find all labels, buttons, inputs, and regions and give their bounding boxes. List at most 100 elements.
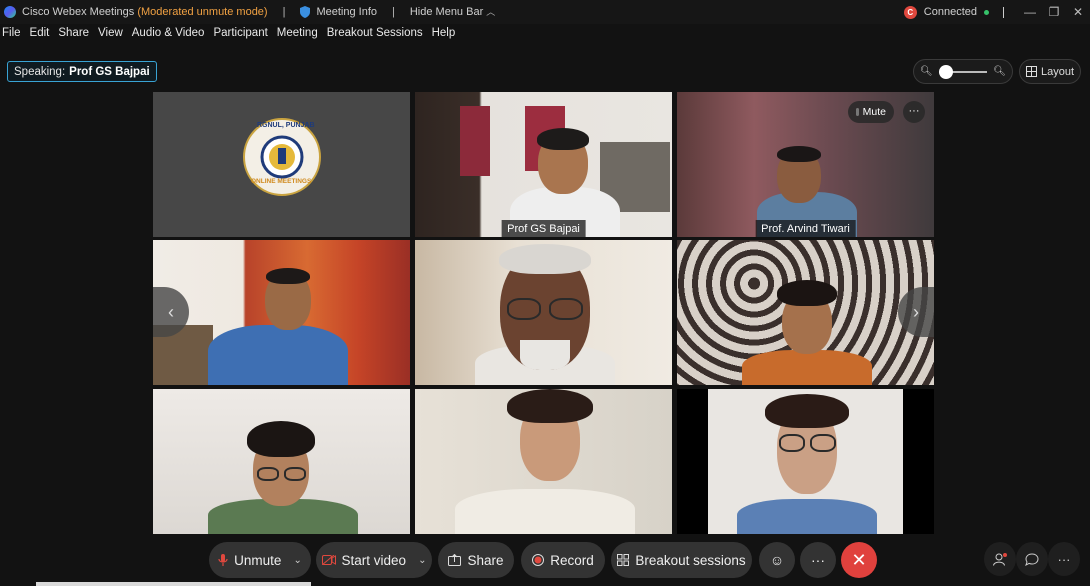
start-video-label: Start video	[341, 552, 407, 568]
mode-label: (Moderated unmute mode)	[137, 5, 268, 18]
glasses	[507, 298, 541, 320]
glasses	[284, 467, 306, 481]
breakout-icon	[617, 554, 630, 566]
video-tile-participant-5[interactable]	[415, 240, 672, 385]
person-hair	[777, 280, 837, 306]
zoom-slider[interactable]	[938, 64, 988, 79]
video-tile-participant-7[interactable]	[153, 389, 410, 534]
separator: |	[392, 5, 395, 18]
mic-muted-icon	[218, 554, 228, 566]
breakout-sessions-button[interactable]: Breakout sessions	[611, 542, 752, 578]
zoom-in-icon[interactable]: 🔍︎	[993, 66, 1006, 77]
leave-meeting-button[interactable]: ✕	[841, 542, 877, 578]
record-icon	[532, 554, 545, 566]
logo-top-text: RGNUL, PUNJAB	[257, 122, 315, 129]
mute-label: Mute	[862, 106, 886, 118]
divider	[1003, 6, 1004, 18]
meeting-info-link[interactable]: Meeting Info	[316, 6, 377, 18]
person-hair	[537, 128, 589, 150]
close-window-button[interactable]: ✕	[1066, 5, 1090, 19]
hide-menu-bar-button[interactable]: Hide Menu Bar ︿	[410, 5, 495, 18]
participants-button[interactable]	[984, 542, 1016, 576]
glasses	[549, 298, 583, 320]
layout-grid-icon	[1025, 66, 1037, 77]
video-tile-prof-arvind-tiwari[interactable]: Mute ··· Prof. Arvind Tiwari	[677, 92, 934, 237]
glasses	[779, 434, 805, 452]
menu-bar: File Edit Share View Audio & Video Parti…	[0, 27, 461, 45]
reactions-icon[interactable]: ☺	[759, 542, 795, 578]
menu-meeting[interactable]: Meeting	[277, 27, 318, 45]
chevron-down-icon[interactable]: ⌄	[293, 555, 301, 566]
zoom-control: 🔍︎ 🔍︎	[913, 59, 1013, 84]
chat-icon	[1025, 552, 1039, 566]
logo-bottom-text: ONLINE MEETINGS	[251, 178, 312, 185]
menu-breakout-sessions[interactable]: Breakout Sessions	[327, 27, 423, 45]
participant-name-tag: Prof GS Bajpai	[501, 220, 586, 237]
chat-button[interactable]	[1016, 542, 1048, 576]
record-button[interactable]: Record	[521, 542, 605, 578]
chevron-down-icon[interactable]: ⌄	[418, 555, 426, 566]
video-tile-participant-4[interactable]: ‹	[153, 240, 410, 385]
menu-audio-video[interactable]: Audio & Video	[132, 27, 205, 45]
participants-icon	[993, 552, 1007, 566]
chevron-left-icon: ‹	[168, 301, 174, 322]
speaking-indicator: Speaking: Prof GS Bajpai	[7, 61, 157, 82]
video-tile-participant-6[interactable]: ›	[677, 240, 934, 385]
person-hair	[266, 268, 310, 284]
chevron-up-icon: ︿	[486, 7, 496, 17]
video-tile-participant-8[interactable]	[415, 389, 672, 534]
shield-icon	[300, 5, 311, 18]
video-tile-logo[interactable]: RGNUL, PUNJAB ONLINE MEETINGS	[153, 92, 410, 237]
mute-participant-button[interactable]: Mute	[847, 101, 894, 123]
meeting-toolbar: Unmute ⌄ Start video ⌄ Share Record Brea…	[0, 542, 1090, 578]
person-body	[455, 489, 635, 534]
person-hair	[777, 146, 821, 162]
mic-icon	[855, 108, 859, 116]
participant-more-button[interactable]: ···	[903, 101, 925, 123]
panel-more-button[interactable]: ···	[1048, 542, 1080, 576]
more-options-button[interactable]: ···	[800, 542, 836, 578]
webex-logo-icon	[4, 5, 16, 18]
share-button[interactable]: Share	[438, 542, 514, 578]
person-body	[737, 499, 877, 534]
person-hair	[507, 389, 593, 423]
separator: |	[282, 5, 286, 18]
layout-button[interactable]: Layout	[1019, 59, 1081, 84]
menu-view[interactable]: View	[98, 27, 123, 45]
restore-button[interactable]: ❐	[1042, 5, 1066, 19]
menu-help[interactable]: Help	[432, 27, 456, 45]
share-icon	[448, 554, 462, 566]
video-tile-prof-gs-bajpai[interactable]: Prof GS Bajpai	[415, 92, 672, 237]
speaking-name: Prof GS Bajpai	[69, 65, 150, 78]
person-hair	[499, 244, 591, 274]
video-off-icon	[321, 555, 336, 565]
glasses	[257, 467, 279, 481]
person-body	[742, 350, 872, 385]
chevron-right-icon: ›	[913, 301, 919, 322]
unmute-label: Unmute	[234, 552, 282, 568]
menu-edit[interactable]: Edit	[30, 27, 50, 45]
share-label: Share	[467, 552, 504, 568]
person-hair	[765, 394, 849, 428]
unmute-button[interactable]: Unmute ⌄	[209, 542, 311, 578]
participant-name-tag: Prof. Arvind Tiwari	[755, 220, 856, 237]
connected-dot-icon	[984, 9, 989, 15]
beard	[520, 340, 570, 370]
curtain	[460, 106, 490, 176]
person-hair	[247, 421, 315, 457]
zoom-slider-knob[interactable]	[938, 64, 953, 79]
speaking-label: Speaking:	[14, 65, 66, 78]
record-label: Record	[550, 552, 594, 568]
menu-share[interactable]: Share	[58, 27, 89, 45]
menu-participant[interactable]: Participant	[213, 27, 267, 45]
zoom-out-icon[interactable]: 🔍︎	[920, 66, 933, 77]
minimize-button[interactable]: —	[1018, 5, 1042, 19]
breakout-label: Breakout sessions	[635, 552, 746, 568]
connection-status: Connected	[923, 6, 977, 18]
video-tile-participant-9[interactable]	[677, 389, 934, 534]
app-title: Cisco Webex Meetings (Moderated unmute m…	[22, 5, 268, 18]
person-body	[208, 325, 348, 385]
menu-file[interactable]: File	[2, 27, 21, 45]
start-video-button[interactable]: Start video ⌄	[316, 542, 432, 578]
scrollbar[interactable]	[36, 582, 311, 586]
